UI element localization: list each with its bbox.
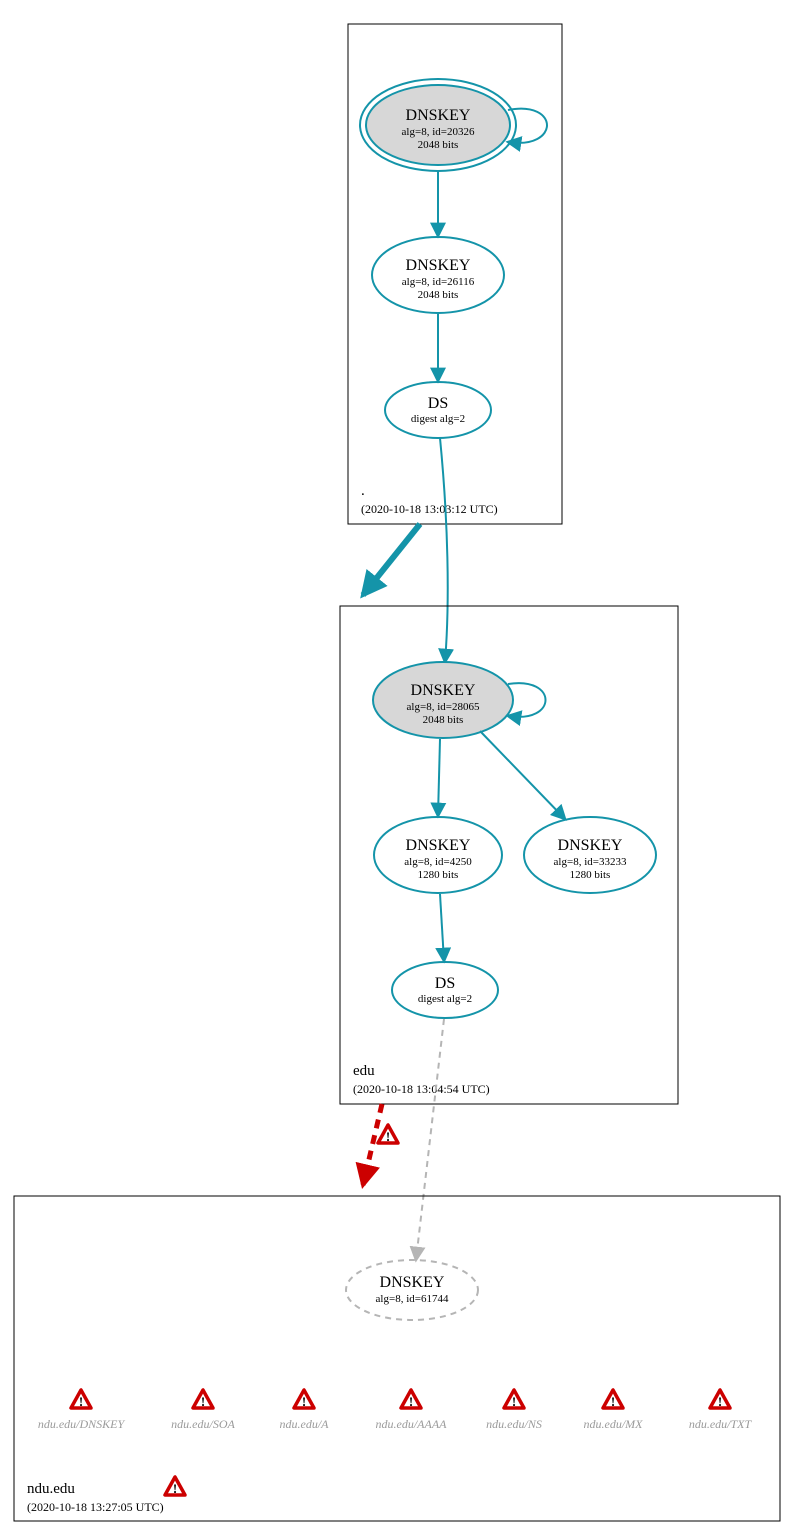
svg-text:alg=8, id=61744: alg=8, id=61744 [376,1293,449,1305]
edge-edu-ksk-zsk2 [480,731,565,819]
edge-edu-ksk-zsk1 [438,739,440,816]
zone-root-label: . [361,483,365,499]
svg-text:alg=8, id=33233: alg=8, id=33233 [554,856,627,868]
svg-text:2048 bits: 2048 bits [423,714,464,726]
warning-icon: ! [294,1390,314,1409]
rr-label: ndu.edu/NS [486,1417,542,1431]
svg-text:!: ! [173,1481,177,1496]
svg-text:digest alg=2: digest alg=2 [411,413,465,425]
svg-text:!: ! [386,1129,390,1144]
rr-label: ndu.edu/MX [584,1417,644,1431]
svg-text:!: ! [302,1394,306,1409]
svg-text:DNSKEY: DNSKEY [406,107,471,124]
zone-root-timestamp: (2020-10-18 13:03:12 UTC) [361,502,498,516]
zone-edu-timestamp: (2020-10-18 13:04:54 UTC) [353,1082,490,1096]
node-ndu-key: DNSKEY alg=8, id=61744 [346,1260,478,1320]
rr-label: ndu.edu/SOA [171,1417,235,1431]
svg-text:alg=8, id=20326: alg=8, id=20326 [402,126,475,138]
zone-root: . (2020-10-18 13:03:12 UTC) DNSKEY alg=8… [348,24,562,524]
node-edu-zsk1: DNSKEY alg=8, id=4250 1280 bits [374,817,502,893]
edge-root-ds-to-edu-ksk [440,438,448,662]
node-edu-ds: DS digest alg=2 [392,962,498,1018]
svg-text:DNSKEY: DNSKEY [558,837,623,854]
svg-text:!: ! [201,1394,205,1409]
node-edu-zsk2: DNSKEY alg=8, id=33233 1280 bits [524,817,656,893]
node-root-ds: DS digest alg=2 [385,382,491,438]
rr-label: ndu.edu/TXT [689,1417,753,1431]
svg-text:1280 bits: 1280 bits [570,869,611,881]
zone-edu-label: edu [353,1063,375,1079]
svg-text:!: ! [718,1394,722,1409]
svg-text:alg=8, id=4250: alg=8, id=4250 [404,856,472,868]
svg-text:2048 bits: 2048 bits [418,289,459,301]
warning-icon: ! [71,1390,91,1409]
warning-icon: ! [401,1390,421,1409]
rr-label: ndu.edu/DNSKEY [38,1417,126,1431]
dnssec-diagram: . (2020-10-18 13:03:12 UTC) DNSKEY alg=8… [0,0,793,1537]
svg-text:digest alg=2: digest alg=2 [418,993,472,1005]
warning-icon: ! [165,1477,185,1496]
node-root-zsk: DNSKEY alg=8, id=26116 2048 bits [372,237,504,313]
zone-ndu: ndu.edu (2020-10-18 13:27:05 UTC) ! DNSK… [14,1196,780,1521]
svg-text:!: ! [611,1394,615,1409]
svg-text:DS: DS [435,975,455,992]
svg-text:DNSKEY: DNSKEY [411,682,476,699]
zone-edu: edu (2020-10-18 13:04:54 UTC) DNSKEY alg… [340,606,678,1104]
svg-text:!: ! [79,1394,83,1409]
warning-icon: ! [710,1390,730,1409]
zone-ndu-label: ndu.edu [27,1481,75,1497]
rr-label: ndu.edu/AAAA [376,1417,448,1431]
warning-icon: ! [603,1390,623,1409]
svg-text:DNSKEY: DNSKEY [406,257,471,274]
svg-text:!: ! [409,1394,413,1409]
warning-icon: ! [193,1390,213,1409]
node-root-ksk: DNSKEY alg=8, id=20326 2048 bits [360,79,516,171]
svg-text:2048 bits: 2048 bits [418,139,459,151]
svg-text:alg=8, id=26116: alg=8, id=26116 [402,276,475,288]
warning-icon: ! [504,1390,524,1409]
svg-text:alg=8, id=28065: alg=8, id=28065 [407,701,480,713]
svg-text:DNSKEY: DNSKEY [380,1274,445,1291]
svg-text:1280 bits: 1280 bits [418,869,459,881]
warning-icon: ! [378,1125,398,1144]
rr-row: ! ndu.edu/DNSKEY ! ndu.edu/SOA ! ndu.edu… [38,1390,753,1431]
edge-edu-zsk1-ds [440,894,444,961]
zone-ndu-timestamp: (2020-10-18 13:27:05 UTC) [27,1500,164,1514]
edge-edu-ds-to-ndu-key [416,1019,444,1260]
svg-text:!: ! [512,1394,516,1409]
svg-text:DNSKEY: DNSKEY [406,837,471,854]
rr-label: ndu.edu/A [280,1417,330,1431]
node-edu-ksk: DNSKEY alg=8, id=28065 2048 bits [373,662,513,738]
edge-root-to-edu-zone [363,524,420,595]
svg-text:DS: DS [428,395,448,412]
